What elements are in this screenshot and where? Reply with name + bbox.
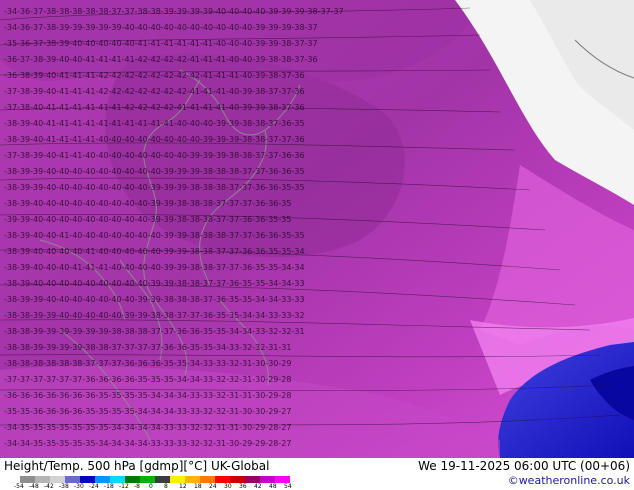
colorbar-tick-label: -38 xyxy=(59,483,69,490)
svg-text:-38-39-39-40-40-40-40-40-40-40: -38-39-39-40-40-40-40-40-40-40-40-40-39-… xyxy=(4,167,305,176)
colorbar-tick-label: 54 xyxy=(284,483,292,490)
colorbar-swatch xyxy=(95,476,110,483)
colorbar-swatch xyxy=(140,476,155,483)
svg-text:-36-37-38-39-40-40-41-41-41-41: -36-37-38-39-40-40-41-41-41-41-42-42-42-… xyxy=(4,55,318,64)
svg-text:-36-38-39-40-41-41-41-42-42-42: -36-38-39-40-41-41-41-42-42-42-42-42-42-… xyxy=(4,71,305,80)
colorbar-tick-label: 18 xyxy=(194,483,202,490)
svg-text:-38-38-39-39-40-40-40-40-40-39: -38-38-39-39-40-40-40-40-40-39-39-38-38-… xyxy=(4,311,305,320)
credit-link[interactable]: ©weatheronline.co.uk xyxy=(508,474,630,487)
temperature-field-map: -34-36-37-38-38-38-38-38-37-37-38-38-39-… xyxy=(0,0,634,458)
svg-text:-38-38-39-39-39-39-39-39-38-38: -38-38-39-39-39-39-39-39-38-38-38-37-37-… xyxy=(4,327,305,336)
colorbar-ticks: -54 -48 -42 -38 -30 -24 -18 -12 -8 0 8 12 18 24 30 36 42… xyxy=(4,483,304,490)
svg-text:-35-35-36-36-36-36-35-35-35-35: -35-35-36-36-36-36-35-35-35-35-34-34-34-… xyxy=(4,407,291,416)
colorbar-swatch xyxy=(35,476,50,483)
colorbar xyxy=(20,476,290,483)
svg-text:-38-39-40-40-40-40-41-40-40-40: -38-39-40-40-40-40-41-40-40-40-40-40-39-… xyxy=(4,247,305,256)
colorbar-tick-label: 42 xyxy=(254,483,262,490)
colorbar-tick-label: -54 xyxy=(14,483,24,490)
colorbar-swatch xyxy=(155,476,170,483)
colorbar-tick-label: -8 xyxy=(134,483,140,490)
colorbar-tick-label: 8 xyxy=(164,483,168,490)
svg-text:-38-39-40-41-41-41-41-40-40-40: -38-39-40-41-41-41-41-40-40-40-40-40-40-… xyxy=(4,135,305,144)
colorbar-swatch xyxy=(50,476,65,483)
svg-text:-38-38-39-39-39-39-38-38-37-37: -38-38-39-39-39-39-38-38-37-37-37-37-36-… xyxy=(4,343,291,352)
map-footer: Height/Temp. 500 hPa [gdmp][°C] UK-Globa… xyxy=(0,458,634,490)
colorbar-tick-label: 0 xyxy=(149,483,153,490)
svg-text:-34-36-37-38-39-39-39-39-39-40: -34-36-37-38-39-39-39-39-39-40-40-40-40-… xyxy=(4,23,318,32)
svg-text:-37-37-37-37-37-37-36-36-36-36: -37-37-37-37-37-37-36-36-36-36-35-35-35-… xyxy=(4,375,291,384)
colorbar-tick-label: -18 xyxy=(104,483,114,490)
svg-text:-38-39-40-41-41-41-41-41-41-41: -38-39-40-41-41-41-41-41-41-41-41-41-41-… xyxy=(4,119,305,128)
colorbar-swatch xyxy=(185,476,200,483)
colorbar-tick-label: -42 xyxy=(44,483,54,490)
colorbar-swatch xyxy=(245,476,260,483)
svg-text:-38-39-40-40-40-40-40-40-40-40: -38-39-40-40-40-40-40-40-40-40-40-39-39-… xyxy=(4,199,291,208)
colorbar-swatch xyxy=(215,476,230,483)
svg-text:-36-36-36-36-36-36-36-35-35-35: -36-36-36-36-36-36-36-35-35-35-35-34-34-… xyxy=(4,391,291,400)
svg-text:-38-39-39-40-40-40-40-40-40-40: -38-39-39-40-40-40-40-40-40-40-39-39-38-… xyxy=(4,295,305,304)
svg-text:-37-38-40-41-41-41-41-41-41-42: -37-38-40-41-41-41-41-41-41-42-42-42-42-… xyxy=(4,103,305,112)
colorbar-swatch xyxy=(65,476,80,483)
weather-map-panel: -34-36-37-38-38-38-38-38-37-37-38-38-39-… xyxy=(0,0,634,490)
colorbar-tick-label: 24 xyxy=(209,483,217,490)
valid-time: We 19-11-2025 06:00 UTC (00+06) xyxy=(418,459,630,473)
svg-text:-39-39-40-40-40-40-40-40-40-40: -39-39-40-40-40-40-40-40-40-40-40-39-39-… xyxy=(4,215,291,224)
colorbar-tick-label: -24 xyxy=(89,483,99,490)
svg-text:-34-35-35-35-35-35-35-35-34-34: -34-35-35-35-35-35-35-35-34-34-34-34-33-… xyxy=(4,423,291,432)
colorbar-tick-label: 30 xyxy=(224,483,232,490)
colorbar-tick-label: 12 xyxy=(179,483,187,490)
svg-text:-38-38-38-38-38-38-37-37-37-36: -38-38-38-38-38-38-37-37-37-36-36-36-35-… xyxy=(4,359,291,368)
colorbar-tick-label: 48 xyxy=(269,483,277,490)
colorbar-swatch xyxy=(80,476,95,483)
map-title: Height/Temp. 500 hPa [gdmp][°C] UK-Globa… xyxy=(4,459,270,473)
colorbar-swatch xyxy=(260,476,275,483)
svg-text:-37-38-39-40-41-41-41-42-42-42: -37-38-39-40-41-41-41-42-42-42-42-42-42-… xyxy=(4,87,305,96)
svg-text:-38-39-39-40-40-40-40-40-40-40: -38-39-39-40-40-40-40-40-40-40-40-39-39-… xyxy=(4,183,305,192)
colorbar-tick-label: 36 xyxy=(239,483,247,490)
colorbar-swatch xyxy=(170,476,185,483)
svg-text:-37-38-39-40-41-41-40-40-40-40: -37-38-39-40-41-41-40-40-40-40-40-40-40-… xyxy=(4,151,305,160)
colorbar-swatch xyxy=(230,476,245,483)
svg-text:-38-39-40-40-40-40-40-40-40-40: -38-39-40-40-40-40-40-40-40-40-40-39-39-… xyxy=(4,279,305,288)
colorbar-swatch xyxy=(110,476,125,483)
colorbar-tick-label: -30 xyxy=(74,483,84,490)
colorbar-tick-label: -12 xyxy=(119,483,129,490)
colorbar-swatch xyxy=(20,476,35,483)
colorbar-swatch xyxy=(275,476,290,483)
svg-text:-34-36-37-38-38-38-38-38-37-37: -34-36-37-38-38-38-38-38-37-37-38-38-39-… xyxy=(4,7,344,16)
colorbar-swatch xyxy=(125,476,140,483)
svg-text:-38-39-40-40-40-41-41-41-40-40: -38-39-40-40-40-41-41-41-40-40-40-40-39-… xyxy=(4,263,305,272)
svg-text:-38-39-40-40-41-40-40-40-40-40: -38-39-40-40-41-40-40-40-40-40-40-40-39-… xyxy=(4,231,305,240)
colorbar-swatch xyxy=(200,476,215,483)
svg-text:-35-36-37-38-39-40-40-40-40-40: -35-36-37-38-39-40-40-40-40-40-41-41-41-… xyxy=(4,39,318,48)
svg-text:-34-34-35-35-35-35-35-34-34-34: -34-34-35-35-35-35-35-34-34-34-34-33-33-… xyxy=(4,439,291,448)
colorbar-tick-label: -48 xyxy=(29,483,39,490)
